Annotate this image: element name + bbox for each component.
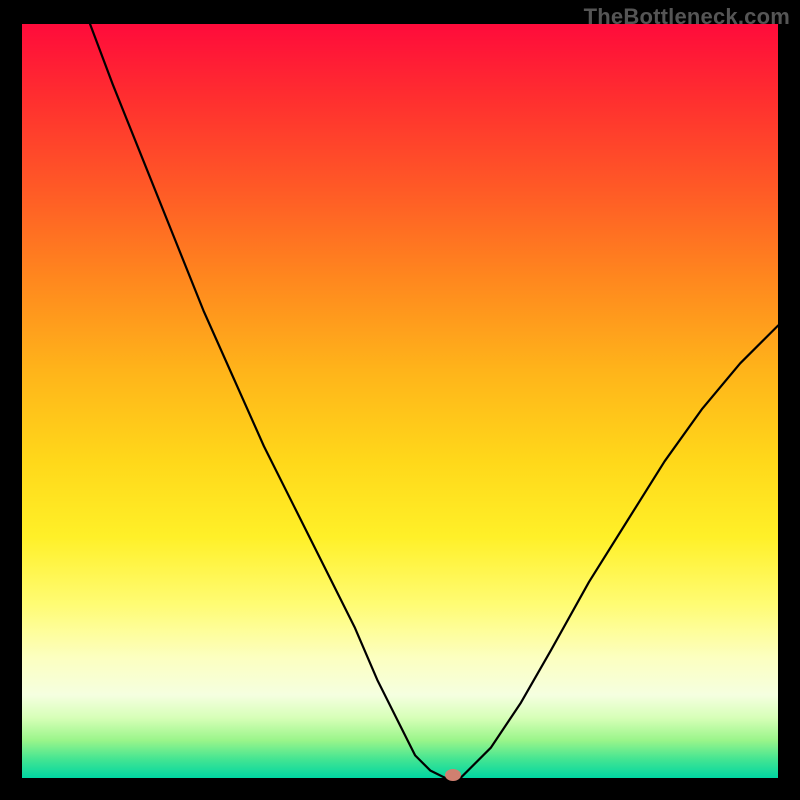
chart-frame: TheBottleneck.com xyxy=(0,0,800,800)
watermark-label: TheBottleneck.com xyxy=(584,4,790,30)
chart-plot-area xyxy=(22,24,778,778)
optimum-marker xyxy=(445,769,461,781)
bottleneck-curve xyxy=(22,24,778,778)
